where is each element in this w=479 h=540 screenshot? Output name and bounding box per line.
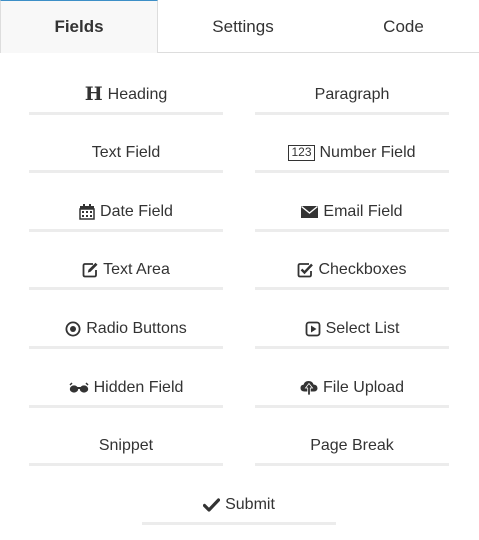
select-list-button[interactable]: Select List xyxy=(255,311,449,349)
form-builder-panel: Fields Settings Code H Heading Paragraph… xyxy=(0,0,479,540)
date-field-button[interactable]: Date Field xyxy=(29,194,223,232)
paragraph-field-label: Paragraph xyxy=(314,85,390,103)
checkboxes-button[interactable]: Checkboxes xyxy=(255,252,449,290)
heading-field-button[interactable]: H Heading xyxy=(29,77,223,115)
radio-buttons-label: Radio Buttons xyxy=(86,319,187,337)
radio-buttons-button[interactable]: Radio Buttons xyxy=(29,311,223,349)
text-field-label: Text Field xyxy=(91,143,161,161)
radio-icon xyxy=(65,321,81,337)
page-break-button[interactable]: Page Break xyxy=(255,428,449,466)
edit-icon xyxy=(82,262,98,278)
email-field-label: Email Field xyxy=(323,202,403,220)
page-break-label: Page Break xyxy=(310,436,394,454)
file-upload-button[interactable]: File Upload xyxy=(255,370,449,408)
tab-bar: Fields Settings Code xyxy=(0,0,479,53)
number-field-label: Number Field xyxy=(319,143,416,161)
heading-field-label: Heading xyxy=(107,85,168,103)
tab-settings[interactable]: Settings xyxy=(158,0,328,53)
checkboxes-label: Checkboxes xyxy=(318,260,407,278)
submit-field-button[interactable]: Submit xyxy=(142,487,336,525)
number-icon: 123 xyxy=(288,144,315,161)
heading-icon: H xyxy=(84,83,103,105)
checkmark-icon xyxy=(203,497,221,512)
text-area-button[interactable]: Text Area xyxy=(29,252,223,290)
tab-fields[interactable]: Fields xyxy=(0,0,158,53)
select-list-label: Select List xyxy=(325,319,400,337)
select-icon xyxy=(305,321,321,337)
tab-code[interactable]: Code xyxy=(328,0,479,53)
snippet-label: Snippet xyxy=(98,436,154,454)
hidden-field-button[interactable]: Hidden Field xyxy=(29,370,223,408)
hidden-field-label: Hidden Field xyxy=(93,378,184,396)
file-upload-label: File Upload xyxy=(323,378,404,396)
date-field-label: Date Field xyxy=(100,202,173,220)
envelope-icon xyxy=(301,205,319,219)
number-field-button[interactable]: 123 Number Field xyxy=(255,135,449,173)
check-square-icon xyxy=(297,262,314,278)
snippet-button[interactable]: Snippet xyxy=(29,428,223,466)
text-area-label: Text Area xyxy=(103,260,170,278)
email-field-button[interactable]: Email Field xyxy=(255,194,449,232)
calendar-icon xyxy=(79,203,95,220)
cloud-upload-icon xyxy=(300,380,318,396)
text-field-button[interactable]: Text Field xyxy=(29,135,223,173)
glasses-icon xyxy=(69,381,89,394)
submit-label: Submit xyxy=(225,495,275,513)
paragraph-field-button[interactable]: Paragraph xyxy=(255,77,449,115)
